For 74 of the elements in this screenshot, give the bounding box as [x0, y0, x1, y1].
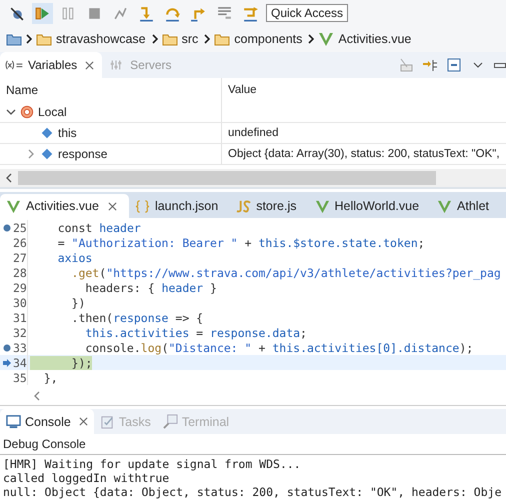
editor-tab[interactable]: Activities.vue: [0, 194, 129, 218]
editor-tab[interactable]: store.js: [230, 194, 308, 218]
js-file-icon: [236, 198, 252, 214]
variable-value: undefined: [228, 127, 279, 139]
collapse-all-icon[interactable]: [446, 57, 462, 73]
code-line: const header: [56, 220, 141, 234]
variable-icon: [40, 126, 54, 140]
horizontal-scrollbar[interactable]: [0, 169, 506, 187]
view-tab[interactable]: Console: [0, 409, 94, 434]
line-number: 35: [13, 370, 27, 384]
console-title: Debug Console: [0, 434, 506, 455]
line-number: 30: [13, 296, 27, 310]
line-number: 28: [13, 266, 27, 280]
chevron-icon: [152, 34, 158, 44]
variable-name[interactable]: response: [58, 147, 108, 161]
breakpoint-icon[interactable]: [3, 224, 11, 232]
line-number: 32: [13, 326, 27, 340]
code-line: .get("https://www.strava.com/api/v3/athlete/activities?per_pag: [70, 266, 501, 280]
code-line: console.log("Distance: " + this.activities[0].distance);: [84, 340, 474, 354]
variables-icon: [4, 59, 24, 71]
line-number: 26: [13, 236, 27, 250]
code-line: this.activities = response.data;: [84, 326, 307, 340]
console-line: called loggedIn withtrue: [3, 471, 170, 485]
clipboard-icon: [100, 414, 115, 429]
breadcrumb-item[interactable]: src: [182, 32, 198, 46]
monitor-icon: [6, 414, 21, 429]
code-line: = "Authorization: Bearer " + this.$store.state.token;: [56, 236, 425, 250]
variable-icon: [40, 147, 54, 161]
breadcrumb-item[interactable]: components: [234, 32, 302, 46]
code-line: },: [42, 370, 58, 384]
terminal-icon: [162, 414, 178, 429]
breadcrumb-item[interactable]: Activities.vue: [338, 32, 412, 46]
editor-tab[interactable]: launch.json: [128, 194, 230, 218]
console-line: null: Object {data: Object, status: 200, statusText: "OK", headers: Obje: [3, 485, 502, 499]
variable-name[interactable]: this: [58, 126, 77, 140]
expand-toggle[interactable]: [6, 107, 16, 117]
chevron-icon: [26, 34, 32, 44]
instruction-pointer-icon: [3, 358, 11, 366]
line-number: 27: [13, 250, 27, 264]
chevron-icon: [308, 34, 314, 44]
view-tab[interactable]: Variables: [0, 52, 102, 78]
line-number: 31: [13, 310, 27, 324]
close-icon[interactable]: [108, 202, 117, 210]
code-line: headers: { header }: [84, 280, 217, 294]
line-number: 29: [13, 280, 27, 294]
editor-tab[interactable]: Athlet: [431, 194, 501, 218]
vue-file-icon: [6, 198, 21, 214]
breakpoint-icon[interactable]: [3, 344, 11, 352]
line-number: 25: [13, 220, 27, 234]
column-header[interactable]: Name: [0, 78, 222, 102]
quick-access-field[interactable]: Quick Access: [266, 4, 348, 22]
code-line: axios: [56, 250, 92, 264]
close-icon[interactable]: [78, 417, 88, 426]
vue-file-icon: [437, 198, 452, 214]
line-number: 34: [13, 356, 27, 370]
variable-value: Object {data: Array(30), status: 200, statusText: "OK",: [228, 148, 500, 160]
editor-tab[interactable]: HelloWorld.vue: [308, 194, 432, 218]
collapse-arrow-icon[interactable]: [422, 57, 438, 73]
breadcrumb-item[interactable]: stravashowcase: [56, 32, 146, 46]
code-line: .then(response => {: [70, 310, 204, 324]
code-line: }): [70, 296, 86, 310]
line-number: 33: [13, 340, 27, 354]
chevron-icon: [204, 34, 210, 44]
variable-name[interactable]: Local: [38, 105, 67, 119]
vue-file-icon: [318, 31, 334, 47]
braces-icon: [134, 198, 150, 214]
expand-toggle[interactable]: [26, 149, 36, 159]
minimize-icon[interactable]: [494, 62, 506, 68]
console-line: [HMR] Waiting for update signal from WDS...: [3, 457, 302, 471]
scope-icon: [20, 105, 34, 119]
vue-file-icon: [314, 198, 330, 214]
close-icon[interactable]: [85, 60, 94, 70]
resume-icon[interactable]: [32, 2, 53, 24]
column-header[interactable]: Value: [222, 84, 257, 96]
